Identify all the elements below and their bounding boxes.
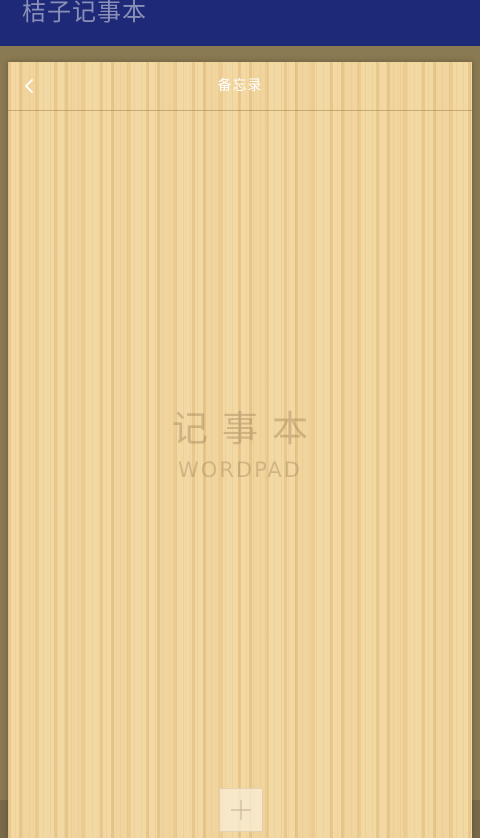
app-window-title: 桔子记事本 [22,0,147,26]
page-title: 备忘录 [217,78,263,94]
add-memo-button[interactable] [219,788,263,832]
memo-panel: 备忘录 记事本 WORDPAD [8,62,472,838]
app-title-bar: 桔子记事本 [0,0,480,46]
watermark: 记事本 WORDPAD [8,400,472,482]
watermark-title-cn: 记事本 [171,409,322,450]
dialog-backdrop: 备忘录 记事本 WORDPAD [0,46,480,838]
plus-icon [231,800,251,820]
back-button[interactable] [20,76,40,96]
header-bar: 备忘录 [8,62,472,111]
watermark-title-en: WORDPAD [178,458,302,482]
chevron-left-icon [25,79,33,93]
